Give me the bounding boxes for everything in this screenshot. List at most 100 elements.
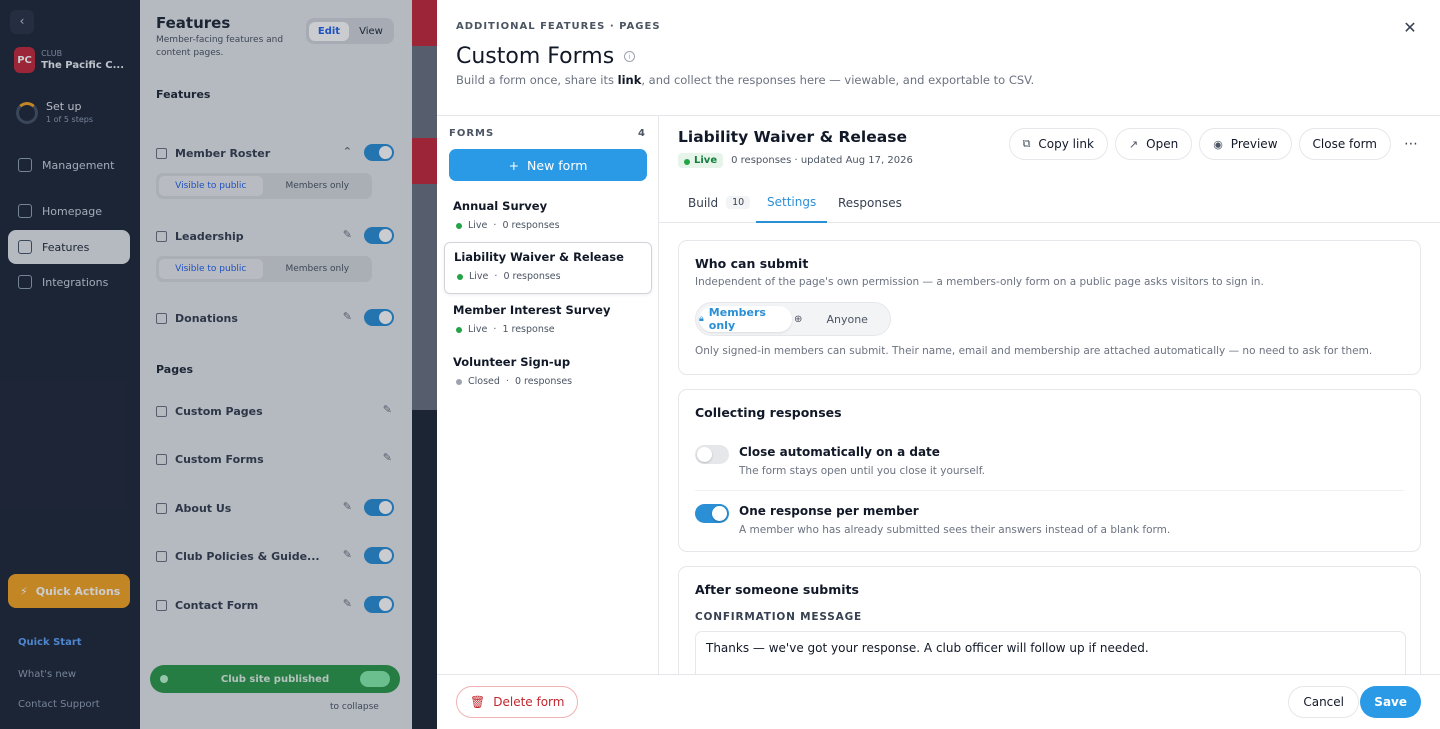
field-label: CONFIRMATION MESSAGE: [695, 611, 862, 623]
breadcrumb: ADDITIONAL FEATURES · PAGES: [456, 21, 661, 32]
status-badge: Live: [678, 153, 724, 168]
tab-count: 10: [726, 196, 751, 209]
status-dot-icon: [456, 222, 462, 229]
copy-link-button[interactable]: ⧉ Copy link: [1008, 128, 1108, 160]
form-name: Annual Survey: [453, 199, 548, 213]
globe-icon: ⊕: [794, 313, 803, 325]
button-label: Delete form: [493, 695, 565, 709]
tab-label: Responses: [838, 195, 902, 210]
forms-list: FORMS 4 + New form Annual Survey Live · 0 r…: [437, 116, 659, 674]
form-toolbar: ⧉ Copy link ↗ Open ◉ Preview Close form ⋯: [1008, 128, 1424, 160]
form-status: Live: [468, 324, 488, 335]
form-list-item[interactable]: Member Interest Survey Live · 1 response: [444, 296, 652, 348]
button-label: Preview: [1230, 137, 1278, 151]
form-tabs: Build 10 Settings Responses: [659, 182, 1440, 223]
form-list-item-selected[interactable]: Liability Waiver & Release Live · 0 respon…: [444, 242, 652, 294]
status-dot-icon: [457, 273, 463, 280]
form-name: Member Interest Survey: [453, 303, 611, 317]
collecting-responses-card: Collecting responses Close automatically…: [678, 389, 1421, 552]
separator: ·: [493, 324, 497, 335]
form-name: Liability Waiver & Release: [454, 250, 624, 264]
separator: ·: [494, 271, 498, 282]
open-button[interactable]: ↗ Open: [1114, 128, 1193, 160]
form-list-item[interactable]: Volunteer Sign-up Closed · 0 responses: [444, 348, 652, 400]
confirmation-message-input[interactable]: Thanks — we've got your response. A club…: [695, 631, 1406, 674]
form-status: Closed: [468, 376, 500, 387]
status-dot-icon: [456, 378, 462, 385]
page-title-text: Custom Forms: [456, 44, 615, 69]
form-meta: Live 0 responses · updated Aug 17, 2026: [678, 153, 913, 168]
close-form-button[interactable]: Close form: [1298, 128, 1391, 160]
plus-icon: +: [508, 157, 520, 173]
tab-label: Build: [688, 195, 719, 210]
forms-header: FORMS 4: [449, 128, 646, 139]
forms-count: 4: [638, 128, 646, 139]
tab-responses[interactable]: Responses: [838, 182, 902, 223]
subtitle-text: , and collect the responses here — viewa…: [641, 73, 1035, 87]
form-responses: 1 response: [502, 324, 555, 335]
card-description: Independent of the page's own permission…: [695, 276, 1264, 288]
permission-note: Only signed-in members can submit. Their…: [695, 345, 1373, 357]
after-submit-card: After someone submits CONFIRMATION MESSA…: [678, 566, 1421, 674]
card-title: Who can submit: [695, 256, 809, 271]
tab-build[interactable]: Build 10: [688, 182, 751, 223]
new-form-label: New form: [527, 157, 588, 173]
setting-title: One response per member: [739, 504, 919, 518]
cancel-button[interactable]: Cancel: [1288, 686, 1359, 718]
delete-form-button[interactable]: 🗑︎ Delete form: [456, 686, 579, 718]
auto-close-row: Close automatically on a date The form s…: [695, 443, 1404, 493]
save-button[interactable]: Save: [1360, 686, 1421, 718]
subtitle-link: link: [617, 73, 642, 87]
forms-header-label: FORMS: [449, 128, 495, 139]
copy-icon: ⧉: [1022, 137, 1031, 150]
lock-icon: 🔒︎: [699, 314, 704, 324]
option-label: Members only: [708, 306, 766, 332]
option-label: Anyone: [826, 312, 868, 326]
status-dot-icon: [456, 326, 462, 333]
tab-label: Settings: [767, 194, 817, 209]
form-title: Liability Waiver & Release: [678, 128, 907, 146]
custom-forms-drawer: ADDITIONAL FEATURES · PAGES Custom Forms…: [437, 0, 1440, 729]
form-meta-text: 0 responses · updated Aug 17, 2026: [731, 155, 913, 166]
anyone-option[interactable]: ⊕ Anyone: [794, 306, 887, 332]
card-title: Collecting responses: [695, 405, 842, 420]
form-detail: Liability Waiver & Release Live 0 respon…: [659, 116, 1440, 674]
page-subtitle: Build a form once, share its link, and c…: [456, 73, 1034, 87]
button-label: Open: [1146, 137, 1179, 151]
setting-title: Close automatically on a date: [739, 445, 940, 459]
one-response-toggle[interactable]: [695, 504, 729, 523]
setting-description: The form stays open until you close it y…: [739, 465, 985, 477]
info-icon[interactable]: i: [624, 51, 636, 62]
new-form-button[interactable]: + New form: [449, 149, 647, 181]
setting-description: A member who has already submitted sees …: [739, 524, 1171, 536]
who-can-submit-card: Who can submit Independent of the page's…: [678, 240, 1421, 375]
page-title: Custom Forms i: [456, 44, 636, 69]
divider: [695, 490, 1404, 491]
more-icon[interactable]: ⋯: [1398, 136, 1424, 152]
modal-backdrop[interactable]: [0, 0, 437, 729]
card-title: After someone submits: [695, 582, 859, 597]
form-status: Live: [469, 271, 489, 282]
eye-icon: ◉: [1213, 137, 1223, 151]
tab-settings[interactable]: Settings: [756, 182, 828, 223]
drawer-footer: 🗑︎ Delete form Cancel Save: [437, 674, 1440, 729]
button-label: Copy link: [1038, 137, 1094, 151]
members-only-option[interactable]: 🔒︎ Members only: [699, 306, 792, 332]
form-list-item[interactable]: Annual Survey Live · 0 responses: [444, 192, 652, 244]
external-link-icon: ↗: [1128, 137, 1139, 151]
form-responses: 0 responses: [514, 376, 573, 387]
preview-button[interactable]: ◉ Preview: [1199, 128, 1292, 160]
separator: ·: [493, 220, 497, 231]
trash-icon: 🗑︎: [470, 695, 486, 709]
submit-permission-toggle: 🔒︎ Members only ⊕ Anyone: [695, 302, 891, 336]
close-icon[interactable]: ✕: [1400, 18, 1420, 38]
button-label: Close form: [1312, 137, 1377, 151]
separator: ·: [505, 376, 509, 387]
form-name: Volunteer Sign-up: [453, 355, 571, 369]
subtitle-text: Build a form once, share its: [456, 73, 618, 87]
form-responses: 0 responses: [502, 220, 560, 231]
one-response-row: One response per member A member who has…: [695, 502, 1404, 552]
form-status: Live: [468, 220, 488, 231]
auto-close-toggle[interactable]: [695, 445, 729, 464]
form-responses: 0 responses: [503, 271, 561, 282]
